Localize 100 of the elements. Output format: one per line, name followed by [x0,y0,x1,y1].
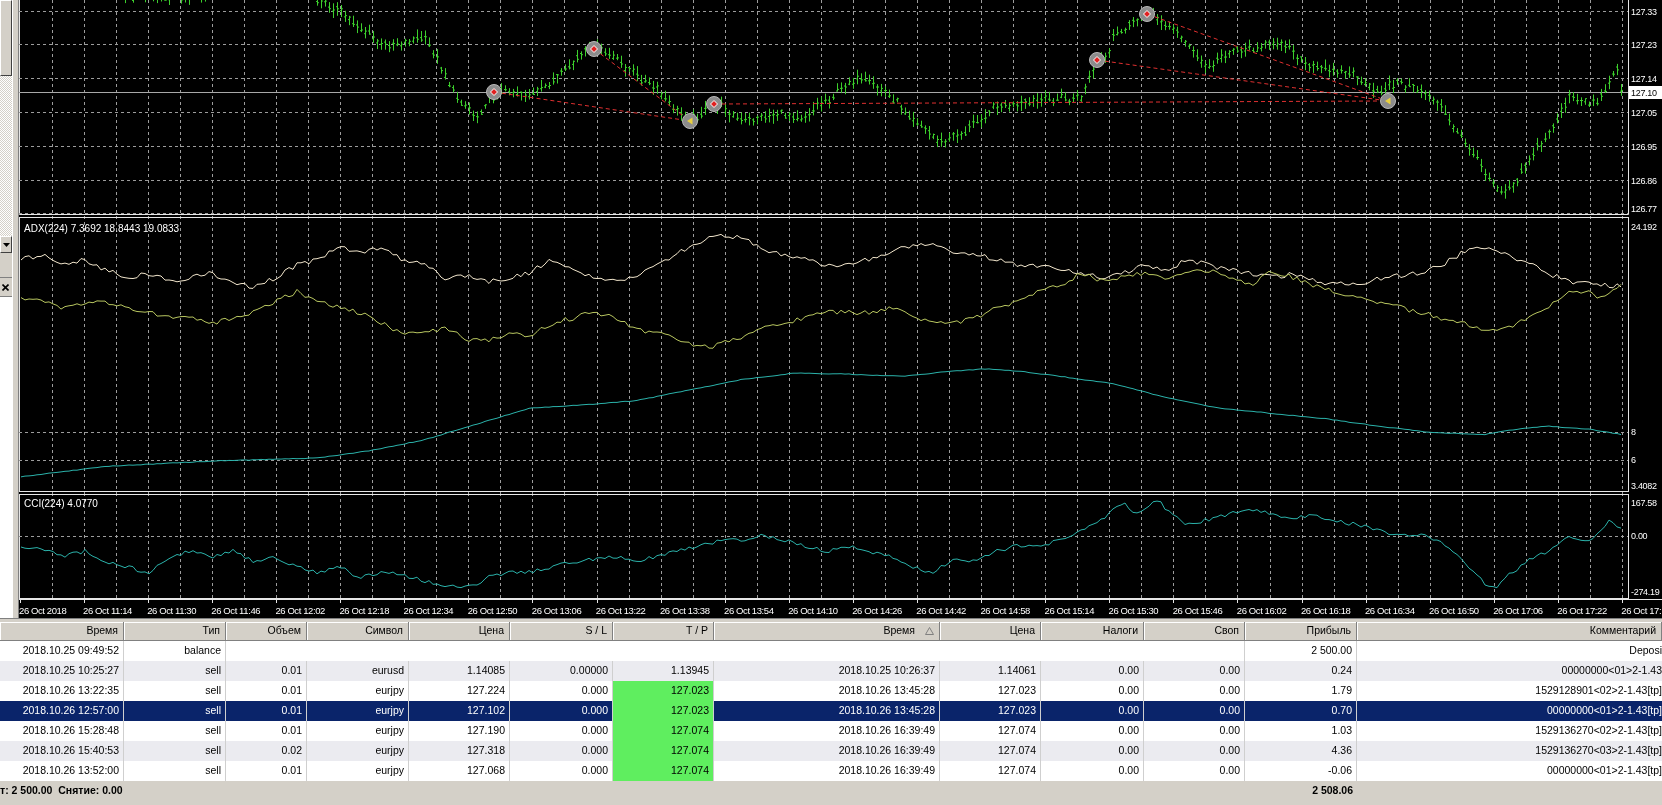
column-header[interactable]: Время [714,622,940,641]
table-row[interactable]: 2018.10.25 09:49:52 balance 2 500.00 Deposi [0,641,1662,661]
table-cell: 2018.10.26 13:22:35 [0,681,124,701]
column-header[interactable]: Объем [226,622,307,641]
table-row[interactable]: 2018.10.26 13:22:35 sell 0.01 eurjpy 127.224 0.000 127.023 2018.10.26 13:45:28 127.023 0.00 0.00 1.79 1529128901<02>2-1.43[tp] [0,681,1662,701]
table-cell: 0.000 [510,701,613,721]
sort-arrow-icon [925,627,934,636]
table-cell: 2018.10.26 15:28:48 [0,721,124,741]
price-axis-label: 127.23 [1631,39,1657,50]
table-cell: 0.00 [1041,741,1144,761]
table-cell: 0.24 [1245,661,1357,681]
table-cell: 127.318 [409,741,510,761]
panel-splitter[interactable] [12,0,19,618]
column-header[interactable]: Своп [1144,622,1245,641]
table-row[interactable]: 2018.10.26 15:28:48 sell 0.01 eurjpy 127.190 0.000 127.074 2018.10.26 16:39:49 127.074 0.00 0.00 1.03 1529136270<02>2-1.43[tp] [0,721,1662,741]
scroll-down-button[interactable] [0,236,12,253]
time-axis-label: 26 Oct 16:18 [1300,605,1351,616]
table-cell: 127.074 [613,761,714,781]
table-cell: 127.224 [409,681,510,701]
time-axis-label: 26 Oct 13:38 [659,605,710,616]
time-axis-label: 26 Oct 13:06 [531,605,582,616]
diamond-marker-icon [486,84,502,100]
table-cell: 127.074 [940,761,1041,781]
table-cell: 1.14085 [409,661,510,681]
summary-text: т: 2 500.00 Снятие: 0.00 [0,784,123,797]
time-axis-label: 26 Oct 14:10 [788,605,838,616]
column-header[interactable]: Тип [124,622,226,641]
table-cell: eurjpy [307,701,409,721]
time-axis-label: 26 Oct 16:50 [1429,605,1479,616]
table-cell: 0.00 [1144,761,1245,781]
table-cell: 0.01 [226,721,307,741]
table-row[interactable]: 2018.10.26 12:57:00 sell 0.01 eurjpy 127.102 0.000 127.023 2018.10.26 13:45:28 127.023 0.00 0.00 0.70 00000000<01>2-1.43[tp] [0,701,1662,721]
table-cell: eurjpy [307,681,409,701]
table-cell: 2018.10.26 12:57:00 [0,701,124,721]
table-cell: 2018.10.26 16:39:49 [714,741,940,761]
column-header[interactable]: S / L [510,622,613,641]
column-header[interactable]: Комментарий [1357,622,1662,641]
column-header[interactable]: Время [0,622,124,641]
time-axis-label: 26 Oct 16:34 [1364,605,1415,616]
table-cell: 0.000 [510,681,613,701]
table-row[interactable]: 2018.10.26 15:40:53 sell 0.02 eurjpy 127.318 0.000 127.074 2018.10.26 16:39:49 127.074 0.00 0.00 4.36 1529136270<03>2-1.43[tp] [0,741,1662,761]
time-axis-label: 26 Oct 13:54 [724,605,774,616]
diamond-marker-icon [1139,6,1155,22]
table-cell: 0.00000 [510,661,613,681]
table-cell: 2018.10.26 13:45:28 [714,701,940,721]
table-cell: eurjpy [307,721,409,741]
triangle-marker-icon [682,113,698,129]
table-cell: 127.023 [940,701,1041,721]
indicator-scale-label: 8 [1631,427,1636,437]
table-cell: 127.102 [409,701,510,721]
table-cell: 0.00 [1144,701,1245,721]
indicator-legend: CCI(224) 4.0770 [24,497,98,509]
column-header[interactable]: Налоги [1041,622,1144,641]
table-cell: 0.70 [1245,701,1357,721]
table-cell: 2018.10.25 10:26:37 [714,661,940,681]
table-cell: 127.074 [613,721,714,741]
table-cell: 127.068 [409,761,510,781]
column-header[interactable]: Прибыль [1245,622,1357,641]
table-cell: balance [124,641,226,661]
table-cell: 0.000 [510,741,613,761]
table-cell: 1529128901<02>2-1.43[tp] [1357,681,1662,701]
table-cell: sell [124,761,226,781]
indicator-legend: ADX(224) 7.3692 18.8443 19.0833 [24,222,180,234]
column-header[interactable]: Цена [409,622,510,641]
table-row[interactable]: 2018.10.26 13:52:00 sell 0.01 eurjpy 127.068 0.000 127.074 2018.10.26 16:39:49 127.074 0.00 0.00 -0.06 00000000<01>2-1.43[tp] [0,761,1662,781]
table-cell: 0.00 [1144,661,1245,681]
time-axis-label: 26 Oct 12:50 [467,605,518,616]
table-cell: 2018.10.26 15:40:53 [0,741,124,761]
current-price-label: 127.10 [1629,86,1662,99]
close-icon[interactable] [2,283,9,291]
table-cell: -0.06 [1245,761,1357,781]
table-cell: 0.00 [1144,721,1245,741]
table-row[interactable]: 2018.10.25 10:25:27 sell 0.01 eurusd 1.14085 0.00000 1.13945 2018.10.25 10:26:37 1.14061 0.00 0.00 0.24 00000000<01>2-1.43 [0,661,1662,681]
scrollbar-thumb[interactable] [0,0,12,76]
table-cell: sell [124,661,226,681]
table-cell: 127.074 [613,741,714,761]
diamond-marker-icon [586,41,602,57]
table-cell: 1.03 [1245,721,1357,741]
time-axis-label: 26 Oct 16:02 [1236,605,1287,616]
table-cell: 127.023 [613,681,714,701]
table-cell: 2018.10.26 16:39:49 [714,721,940,741]
table-cell: 2018.10.25 10:25:27 [0,661,124,681]
table-cell: 00000000<01>2-1.43[tp] [1357,761,1662,781]
time-axis-label: 26 Oct 15:30 [1108,605,1159,616]
column-header[interactable]: Цена [940,622,1041,641]
time-axis-label: 26 Oct 2018 [19,605,67,616]
table-cell: 0.01 [226,761,307,781]
table-cell: 2018.10.26 13:52:00 [0,761,124,781]
time-axis-label: 26 Oct 12:02 [275,605,325,616]
table-cell: 0.000 [510,721,613,741]
table-cell: 0.01 [226,661,307,681]
indicator-scale-label: 24.192 [1631,222,1657,232]
column-header[interactable]: Символ [307,622,409,641]
table-cell: 2018.10.26 16:39:49 [714,761,940,781]
column-header[interactable]: T / P [613,622,714,641]
table-cell: 1.13945 [613,661,714,681]
table-cell: 127.023 [613,701,714,721]
table-cell: 1529136270<02>2-1.43[tp] [1357,721,1662,741]
table-cell: 0.00 [1041,761,1144,781]
time-axis-label: 26 Oct 14:58 [980,605,1030,616]
